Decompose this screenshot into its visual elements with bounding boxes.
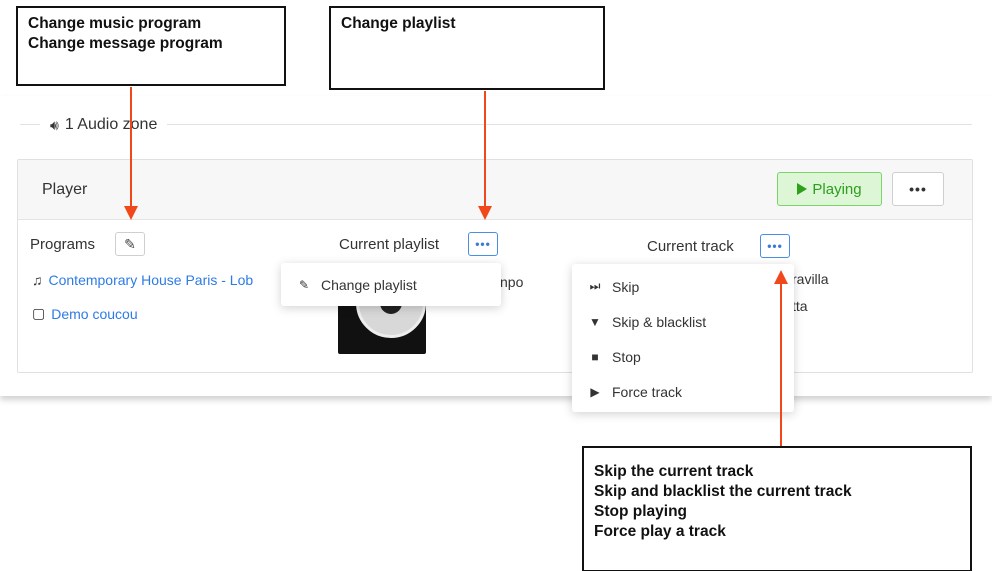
- menu-item-label: Skip: [612, 278, 640, 295]
- playlist-cover-image: [338, 300, 426, 354]
- stop-icon: ■: [591, 349, 599, 364]
- playlist-dropdown-menu: ✎ Change playlist: [281, 263, 501, 306]
- player-header: Player Playing •••: [18, 160, 972, 220]
- player-more-button[interactable]: •••: [892, 172, 944, 206]
- callout-line: Skip and blacklist the current track: [594, 483, 852, 500]
- current-track-label: Current track: [647, 238, 734, 255]
- callout-programs: Change music program Change message prog…: [16, 6, 286, 86]
- arrow-programs: [130, 87, 132, 207]
- menu-item-force-track[interactable]: ▶ Force track: [572, 374, 794, 409]
- menu-item-skip[interactable]: ⏭︎ Skip: [572, 269, 794, 304]
- ellipsis-icon: •••: [767, 239, 783, 253]
- music-note-icon: ♫: [32, 272, 43, 288]
- arrow-head-programs: [124, 206, 138, 220]
- speaker-icon: 🔊︎: [50, 116, 59, 133]
- ellipsis-icon: •••: [475, 237, 491, 251]
- arrow-head-playlist: [478, 206, 492, 220]
- menu-item-label: Skip & blacklist: [612, 313, 707, 330]
- message-program-link[interactable]: ▢ Demo coucou: [32, 305, 138, 322]
- callout-line: Change music program: [28, 15, 202, 32]
- music-program-link[interactable]: ♫ Contemporary House Paris - Lob: [32, 272, 253, 288]
- track-title-partial: ravilla: [792, 271, 829, 287]
- track-artist-partial: tta: [792, 298, 808, 314]
- callout-playlist: Change playlist: [329, 6, 605, 90]
- callout-line: Force play a track: [594, 523, 726, 540]
- menu-item-skip-blacklist[interactable]: ▼ Skip & blacklist: [572, 304, 794, 339]
- current-playlist-label: Current playlist: [339, 236, 440, 253]
- message-icon: ▢: [32, 305, 46, 321]
- audio-zone-title: 1 Audio zone: [64, 116, 158, 133]
- callout-track: Skip the current track Skip and blacklis…: [582, 446, 972, 571]
- menu-item-change-playlist[interactable]: ✎ Change playlist: [281, 267, 501, 302]
- track-dropdown-menu: ⏭︎ Skip ▼ Skip & blacklist ■ Stop ▶ Forc…: [572, 264, 794, 412]
- audio-zone-header[interactable]: 🔊︎ 1 Audio zone: [40, 116, 168, 134]
- arrow-playlist: [484, 91, 486, 206]
- playing-label: Playing: [812, 180, 862, 198]
- callout-line: Stop playing: [594, 503, 687, 520]
- playing-button[interactable]: Playing: [777, 172, 882, 206]
- callout-line: Skip the current track: [594, 463, 754, 480]
- menu-item-label: Change playlist: [321, 276, 417, 293]
- edit-icon: ✎: [124, 235, 136, 252]
- programs-label: Programs: [30, 236, 96, 253]
- playlist-name-partial: npo: [500, 274, 524, 290]
- menu-item-label: Force track: [612, 383, 683, 400]
- menu-item-label: Stop: [612, 348, 641, 365]
- menu-item-stop[interactable]: ■ Stop: [572, 339, 794, 374]
- edit-programs-button[interactable]: ✎: [115, 232, 145, 256]
- track-more-button[interactable]: •••: [760, 234, 790, 258]
- edit-icon: ✎: [298, 277, 310, 292]
- thumbs-down-icon: ▼: [589, 314, 601, 329]
- callout-line: Change message program: [28, 35, 223, 52]
- skip-forward-icon: ⏭︎: [589, 279, 601, 293]
- message-program-name: Demo coucou: [51, 305, 138, 322]
- play-icon: [797, 183, 808, 195]
- arrow-head-track: [774, 270, 788, 284]
- arrow-track: [780, 282, 782, 446]
- playlist-more-button[interactable]: •••: [468, 232, 498, 256]
- player-title: Player: [42, 181, 88, 198]
- callout-line: Change playlist: [341, 15, 456, 32]
- play-icon: ▶: [590, 384, 600, 399]
- music-program-name: Contemporary House Paris - Lob: [48, 272, 254, 288]
